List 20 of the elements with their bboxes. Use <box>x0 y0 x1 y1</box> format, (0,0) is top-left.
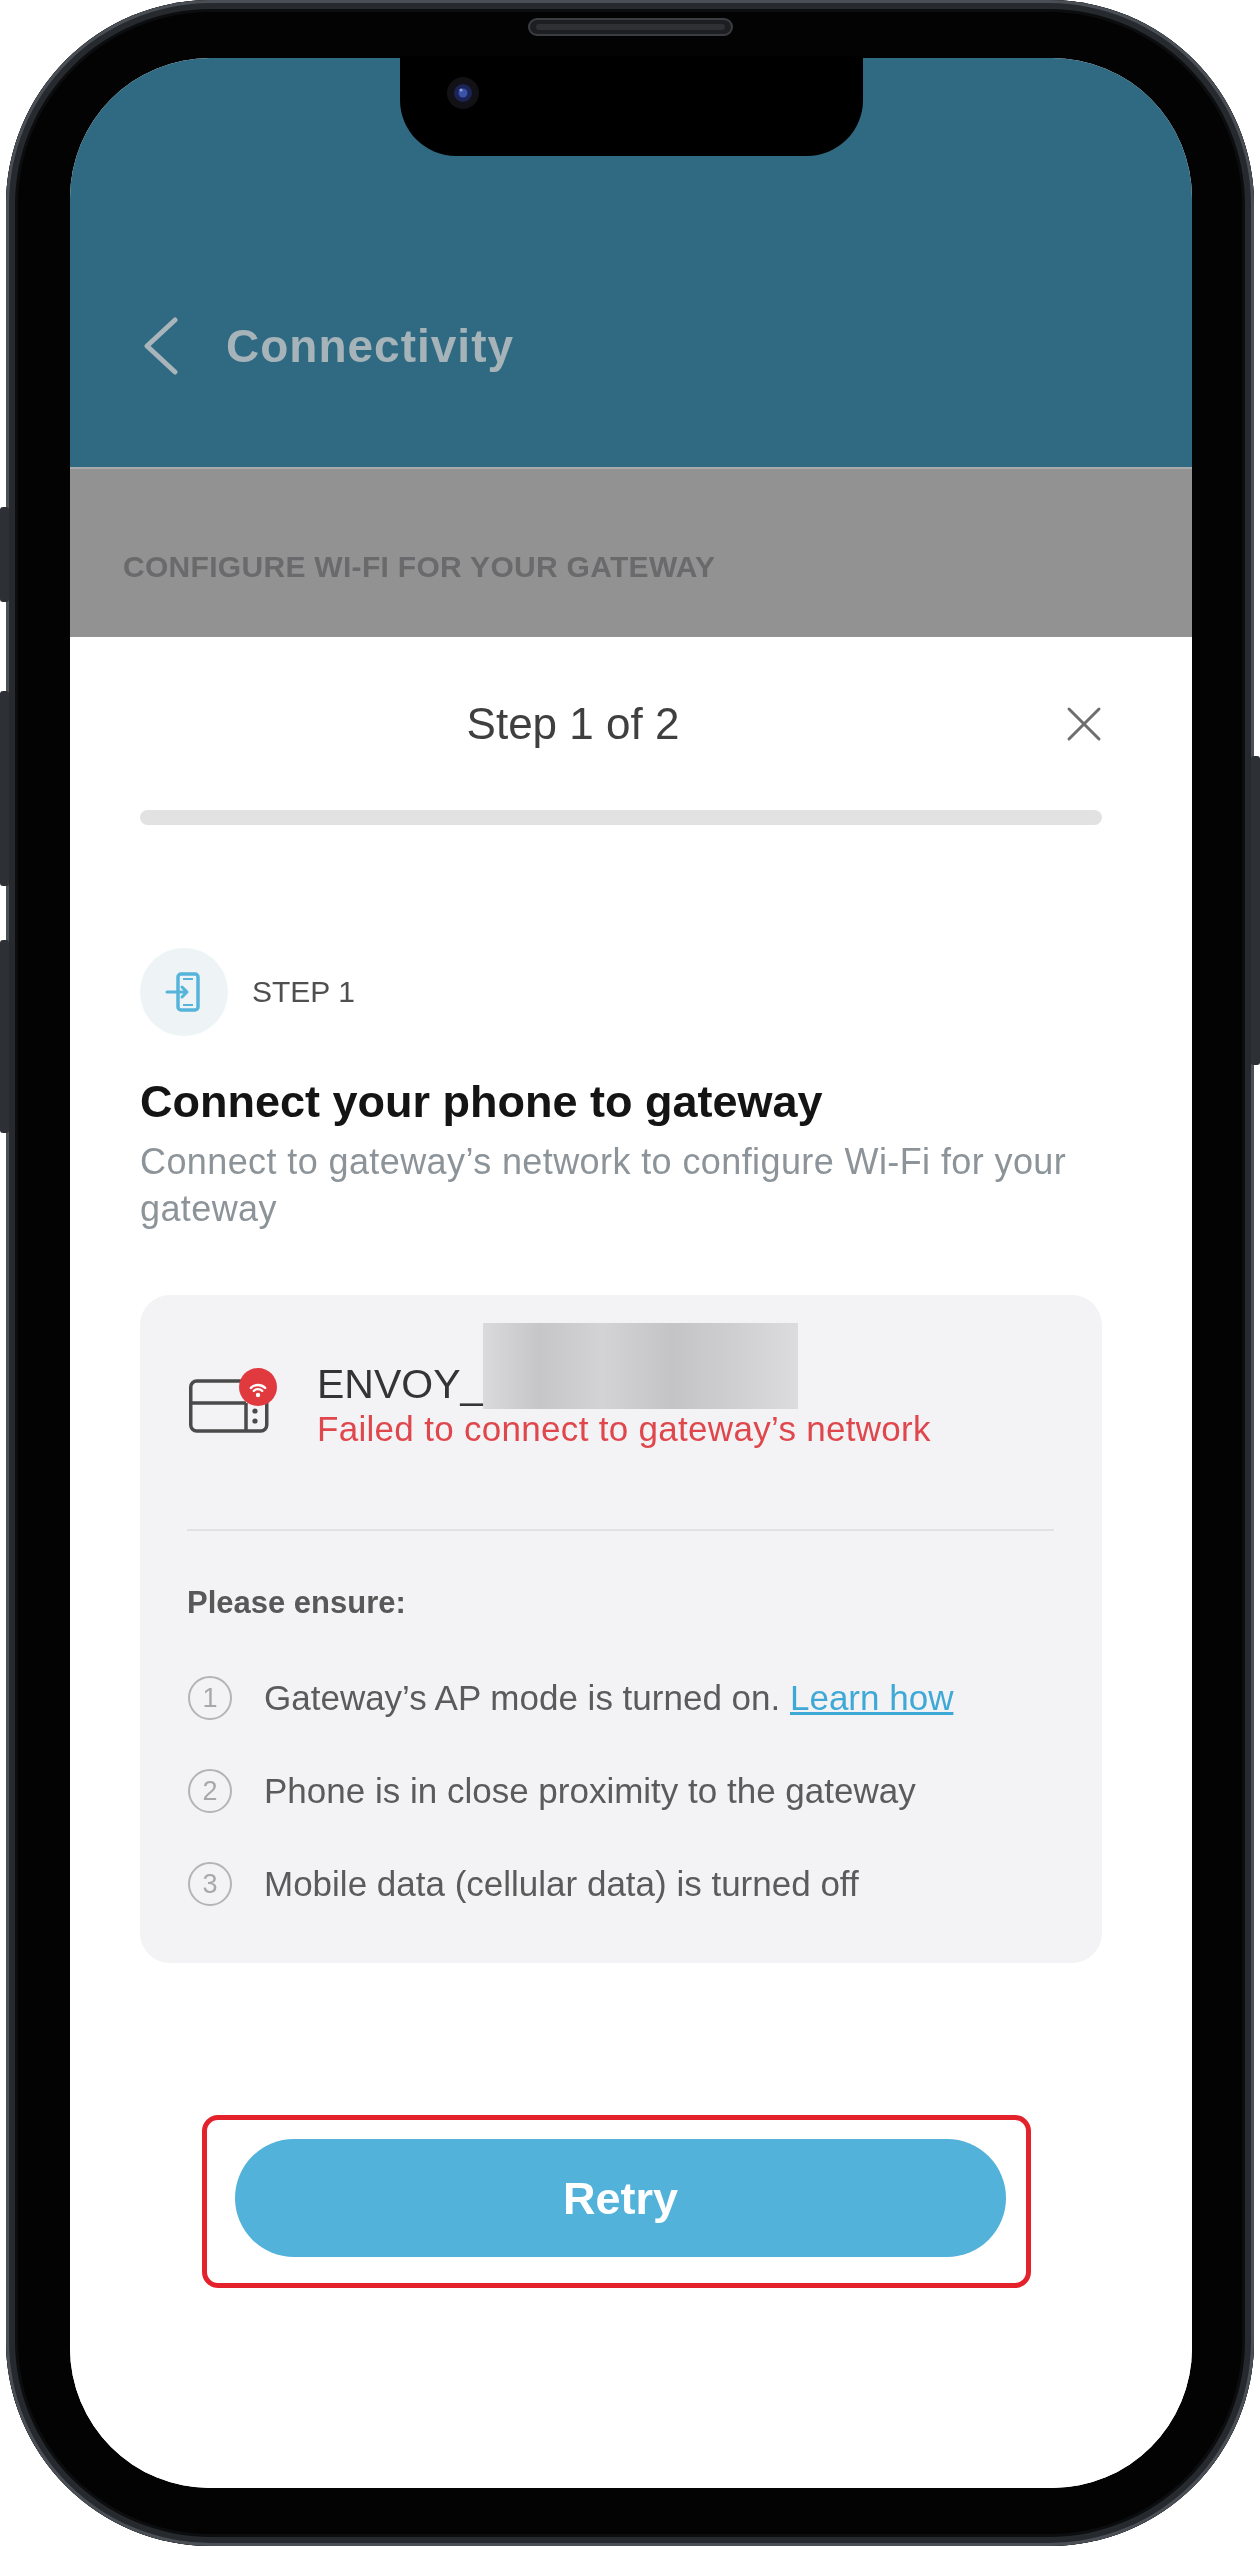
step-heading: Connect your phone to gateway <box>140 1077 823 1127</box>
camera-lens-icon <box>447 77 479 109</box>
checklist-heading: Please ensure: <box>187 1584 406 1622</box>
checklist-item: Mobile data (cellular data) is turned off <box>264 1863 859 1905</box>
step-description: Connect to gateway’s network to configure Wi-Fi for your gateway <box>140 1140 1068 1231</box>
close-icon[interactable] <box>1066 706 1102 742</box>
circled-number: 3 <box>188 1862 232 1906</box>
circled-number: 2 <box>188 1769 232 1813</box>
network-name: ENVOY_ <box>317 1360 484 1409</box>
speaker-grille-icon <box>528 18 733 36</box>
circled-number: 1 <box>188 1676 232 1720</box>
step-label: STEP 1 <box>252 974 355 1010</box>
help-link[interactable]: Learn how <box>789 1678 954 1717</box>
connection-status: Failed to connect to gateway’s network <box>317 1409 931 1449</box>
back-chevron-icon[interactable] <box>143 317 179 375</box>
retry-button[interactable]: Retry <box>235 2139 1006 2257</box>
checklist-item: Phone is in close proximity to the gateway <box>264 1770 916 1812</box>
screen-title: Connectivity <box>226 319 515 374</box>
checklist-item: Gateway’s AP mode is turned on. Learn how <box>264 1677 954 1719</box>
step-counter-title: Step 1 of 2 <box>466 698 680 750</box>
